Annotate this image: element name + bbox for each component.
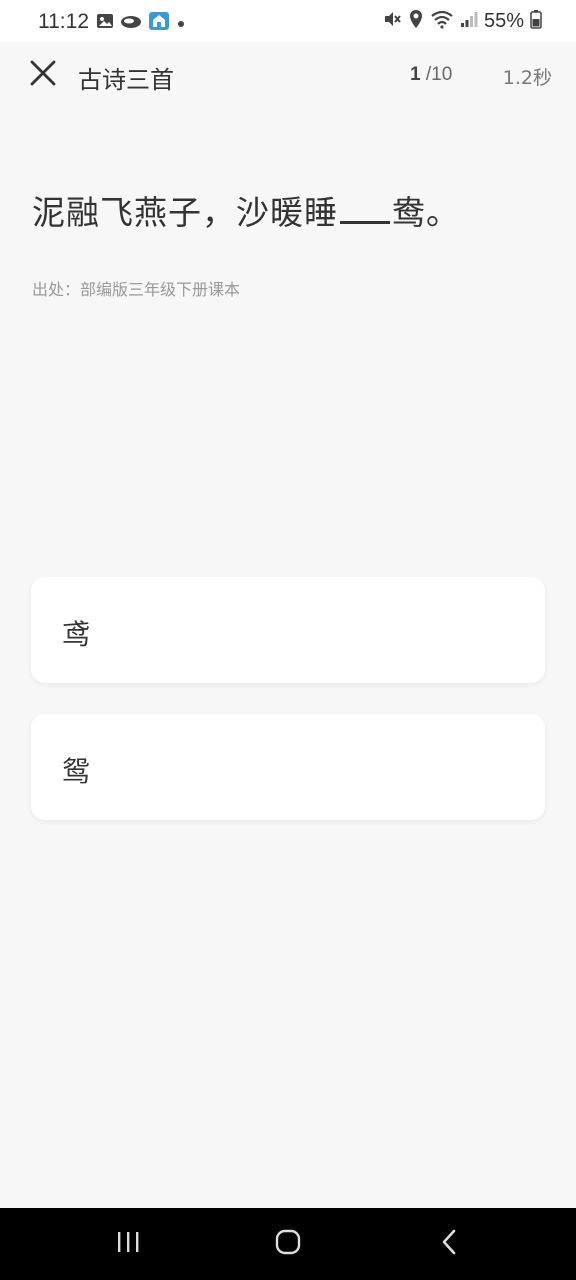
progress-indicator: 1 /10 — [410, 64, 452, 86]
dot-icon — [176, 14, 186, 33]
question-text-before: 泥融飞燕子，沙暖睡 — [32, 193, 338, 232]
answer-blank — [340, 193, 390, 224]
recents-button[interactable] — [106, 1226, 150, 1262]
status-icons-right: 55% — [382, 9, 542, 33]
navigation-bar — [0, 1208, 576, 1280]
wifi-icon — [430, 9, 454, 33]
question-text: 泥融飞燕子，沙暖睡 鸯。 — [32, 186, 460, 234]
progress-total: /10 — [420, 64, 453, 85]
location-icon — [408, 9, 424, 33]
timer: 1.2秒 — [502, 67, 552, 89]
header: 古诗三首 1 /10 1.2秒 — [0, 42, 576, 110]
question-text-after: 鸯。 — [392, 193, 460, 232]
option-label: 鸢 — [62, 618, 91, 651]
progress-current: 1 — [410, 64, 421, 85]
status-icons-left — [96, 11, 186, 35]
mute-icon — [382, 9, 402, 33]
status-bar: 11:12 55% — [0, 0, 576, 42]
option-label: 鸳 — [62, 755, 91, 788]
recents-icon — [115, 1230, 141, 1258]
back-icon — [440, 1229, 460, 1259]
option-card-2[interactable]: 鸳 — [31, 714, 545, 820]
home-icon — [275, 1229, 301, 1259]
signal-icon — [460, 10, 478, 32]
home-button[interactable] — [266, 1226, 310, 1262]
page-title: 古诗三首 — [78, 66, 174, 94]
back-button[interactable] — [428, 1226, 472, 1262]
status-time: 11:12 — [38, 10, 89, 33]
gallery-icon — [96, 12, 114, 34]
close-button[interactable] — [24, 56, 62, 94]
option-card-1[interactable]: 鸢 — [31, 577, 545, 683]
battery-icon — [530, 9, 542, 33]
close-icon — [29, 59, 57, 91]
question-source: 出处：部编版三年级下册课本 — [32, 280, 241, 299]
cloud-icon — [120, 12, 142, 34]
app-icon — [148, 11, 170, 35]
battery-percent: 55% — [483, 9, 524, 32]
